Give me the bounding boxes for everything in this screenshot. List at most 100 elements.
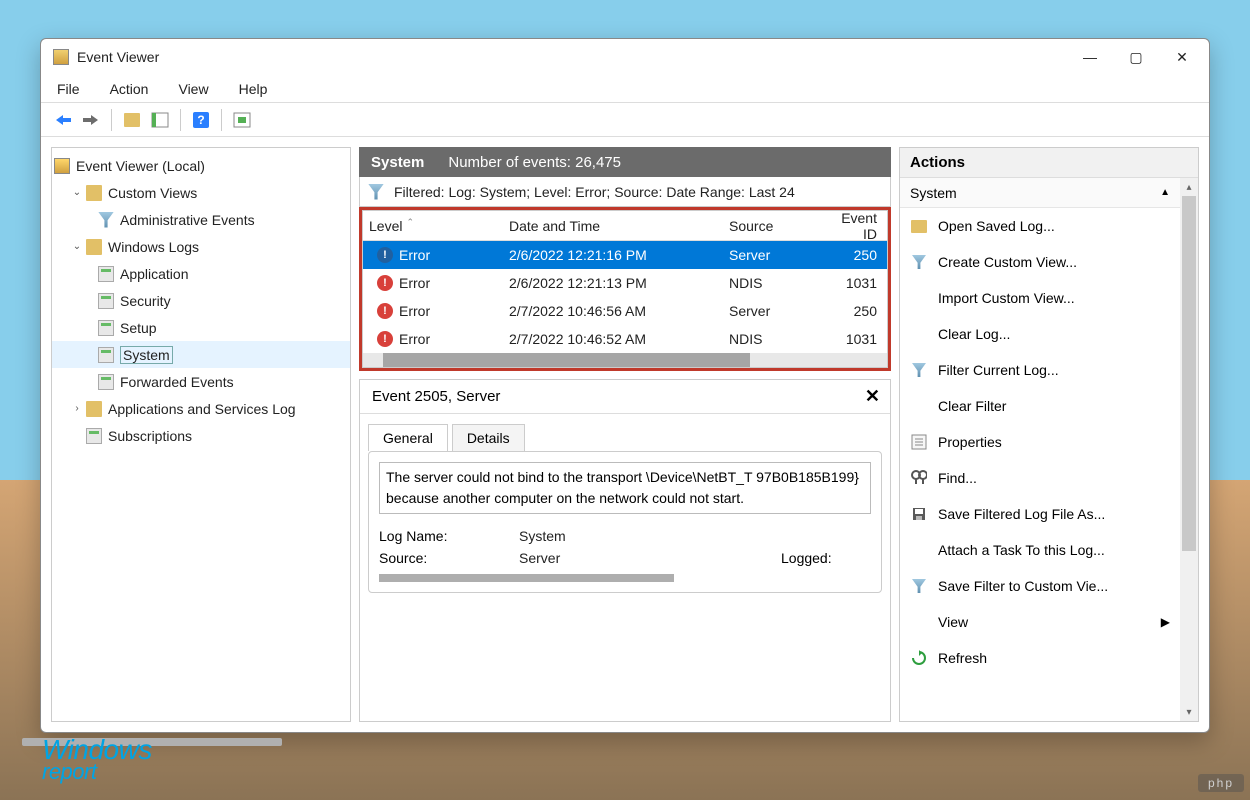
detail-hscrollbar[interactable]	[379, 574, 674, 582]
menu-file[interactable]: File	[51, 79, 86, 99]
toolbar-help-icon[interactable]: ?	[189, 108, 213, 132]
tab-details[interactable]: Details	[452, 424, 525, 451]
back-button[interactable]	[51, 108, 75, 132]
find-icon	[910, 469, 928, 487]
events-highlight-box: Level⌃ Date and Time Source Event ID !Er…	[359, 207, 891, 371]
log-name: System	[371, 154, 424, 171]
corner-badge: php	[1198, 774, 1244, 792]
filter-row: Filtered: Log: System; Level: Error; Sou…	[359, 177, 891, 207]
action-label: Open Saved Log...	[938, 218, 1055, 234]
events-hscrollbar[interactable]	[363, 353, 887, 367]
menu-help[interactable]: Help	[233, 79, 274, 99]
tree-system[interactable]: System	[52, 341, 350, 368]
events-list[interactable]: Level⌃ Date and Time Source Event ID !Er…	[362, 210, 888, 368]
tree-forwarded[interactable]: Forwarded Events	[52, 368, 350, 395]
col-source[interactable]: Source	[723, 218, 823, 234]
blank-icon	[910, 541, 928, 559]
svg-text:?: ?	[197, 113, 204, 127]
toolbar-preview-icon[interactable]	[230, 108, 254, 132]
action-item[interactable]: Import Custom View...	[900, 280, 1180, 316]
submenu-icon: ▶	[1161, 615, 1170, 629]
event-row[interactable]: !Error2/6/2022 12:21:13 PMNDIS1031	[363, 269, 887, 297]
menu-view[interactable]: View	[172, 79, 214, 99]
action-item[interactable]: Save Filtered Log File As...	[900, 496, 1180, 532]
toolbar-folder-icon[interactable]	[120, 108, 144, 132]
event-level: Error	[399, 275, 430, 291]
open-folder-icon	[910, 217, 928, 235]
filter-icon	[910, 253, 928, 271]
folder-icon	[86, 401, 102, 417]
event-date: 2/7/2022 10:46:56 AM	[503, 303, 723, 319]
action-item[interactable]: Filter Current Log...	[900, 352, 1180, 388]
actions-section-header[interactable]: System ▲	[900, 178, 1180, 208]
action-label: View	[938, 614, 968, 630]
event-date: 2/6/2022 12:21:16 PM	[503, 247, 723, 263]
event-row[interactable]: !Error2/7/2022 10:46:56 AMServer250	[363, 297, 887, 325]
tree-apps-services[interactable]: ›Applications and Services Log	[52, 395, 350, 422]
action-label: Save Filter to Custom Vie...	[938, 578, 1108, 594]
action-item[interactable]: Create Custom View...	[900, 244, 1180, 280]
action-item[interactable]: Attach a Task To this Log...	[900, 532, 1180, 568]
collapse-icon[interactable]: ⌄	[70, 187, 84, 198]
minimize-button[interactable]: —	[1067, 41, 1113, 73]
tree-windows-logs[interactable]: ⌄Windows Logs	[52, 233, 350, 260]
forward-button[interactable]	[79, 108, 103, 132]
event-level: Error	[399, 247, 430, 263]
actions-vscrollbar[interactable]: ▴ ▾	[1180, 178, 1198, 721]
action-item[interactable]: Find...	[900, 460, 1180, 496]
maximize-button[interactable]: ▢	[1113, 41, 1159, 73]
action-item[interactable]: View ▶	[900, 604, 1180, 640]
event-row[interactable]: ! Error 2/6/2022 12:21:16 PMServer250	[363, 241, 887, 269]
error-icon: !	[377, 247, 393, 263]
toolbar: ?	[41, 103, 1209, 137]
event-source: Server	[723, 247, 823, 263]
tree-custom-views[interactable]: ⌄Custom Views	[52, 179, 350, 206]
log-icon	[98, 293, 114, 309]
toolbar-separator	[180, 109, 181, 131]
event-id: 250	[823, 247, 887, 263]
event-id: 250	[823, 303, 887, 319]
log-icon	[86, 428, 102, 444]
filter-description: Filtered: Log: System; Level: Error; Sou…	[394, 184, 795, 200]
event-source: Server	[723, 303, 823, 319]
event-detail-pane: Event 2505, Server ✕ General Details The…	[359, 379, 891, 722]
scroll-down-icon[interactable]: ▾	[1180, 703, 1198, 721]
action-item[interactable]: Refresh	[900, 640, 1180, 676]
action-item[interactable]: Properties	[900, 424, 1180, 460]
event-row[interactable]: !Error2/7/2022 10:46:52 AMNDIS1031	[363, 325, 887, 353]
col-level[interactable]: Level⌃	[363, 218, 503, 234]
action-item[interactable]: Clear Log...	[900, 316, 1180, 352]
detail-close-button[interactable]: ✕	[865, 386, 880, 407]
watermark-logo: Windows report	[42, 737, 152, 782]
toolbar-pane-icon[interactable]	[148, 108, 172, 132]
tree-security[interactable]: Security	[52, 287, 350, 314]
sort-indicator-icon: ⌃	[406, 217, 414, 227]
close-button[interactable]: ✕	[1159, 41, 1205, 73]
collapse-icon: ▲	[1160, 187, 1170, 198]
source-label: Source:	[379, 550, 519, 566]
tree-subscriptions[interactable]: Subscriptions	[52, 422, 350, 449]
refresh-icon	[910, 649, 928, 667]
event-id: 1031	[823, 275, 887, 291]
col-date[interactable]: Date and Time	[503, 218, 723, 234]
action-label: Save Filtered Log File As...	[938, 506, 1105, 522]
log-name-value: System	[519, 528, 781, 544]
action-item[interactable]: Clear Filter	[900, 388, 1180, 424]
tree-application[interactable]: Application	[52, 260, 350, 287]
blank-icon	[910, 289, 928, 307]
action-item[interactable]: Open Saved Log...	[900, 208, 1180, 244]
collapse-icon[interactable]: ⌄	[70, 241, 84, 252]
navigation-tree[interactable]: Event Viewer (Local) ⌄Custom Views Admin…	[51, 147, 351, 722]
log-icon	[98, 374, 114, 390]
expand-icon[interactable]: ›	[70, 403, 84, 414]
col-event[interactable]: Event ID	[823, 210, 887, 242]
menu-action[interactable]: Action	[104, 79, 155, 99]
window-title: Event Viewer	[77, 49, 1067, 65]
tab-general[interactable]: General	[368, 424, 448, 451]
tree-root[interactable]: Event Viewer (Local)	[52, 152, 350, 179]
scroll-up-icon[interactable]: ▴	[1180, 178, 1198, 196]
tree-admin-events[interactable]: Administrative Events	[52, 206, 350, 233]
pane-header: System Number of events: 26,475	[359, 147, 891, 177]
tree-setup[interactable]: Setup	[52, 314, 350, 341]
action-item[interactable]: Save Filter to Custom Vie...	[900, 568, 1180, 604]
